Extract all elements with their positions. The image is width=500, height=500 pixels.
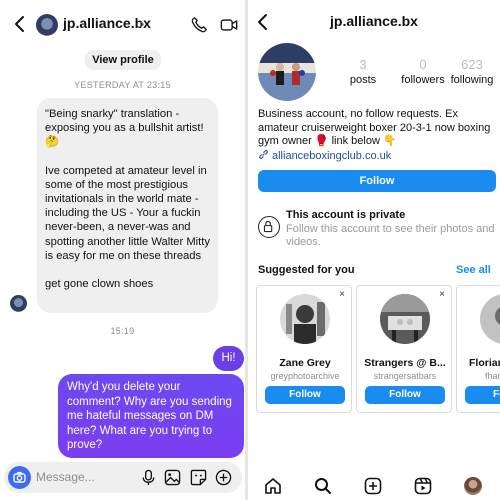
suggestion-avatar[interactable] [280,294,330,344]
suggestion-avatar[interactable] [380,294,430,344]
profile-bio: Business account, no follow requests. Ex… [258,108,491,147]
profile-link[interactable]: allianceboxingclub.co.uk [258,149,391,162]
message-paragraph: Ive competed at amateur level in some of… [45,164,210,262]
microphone-icon[interactable] [140,469,157,486]
video-camera-icon[interactable] [220,16,238,34]
lock-icon [263,220,273,233]
create-icon[interactable] [364,477,382,495]
stat-posts[interactable]: 3 posts [333,57,393,86]
camera-icon [13,471,26,483]
suggestion-avatar[interactable] [480,294,500,344]
suggestion-name: Strangers @ B... [364,357,446,369]
stat-value: 623 [461,57,483,72]
suggestion-handle: greyphotoarchive [270,371,340,381]
stat-label: posts [349,74,377,86]
private-lock [258,216,280,238]
private-title: This account is private [286,209,406,221]
suggestion-card[interactable]: × Florian I fhar Follo [456,285,500,413]
stat-label: following [450,74,494,86]
profile-panel: jp.alliance.bx 3 posts 0 followers 623 f… [248,0,500,500]
profile-avatar[interactable] [464,477,482,495]
suggestion-name: Florian I [469,357,500,369]
message-composer [4,462,242,493]
outgoing-message-bubble[interactable]: Hi! [213,346,244,371]
dm-header: jp.alliance.bx › [0,0,245,46]
outgoing-message-bubble[interactable]: Why'd you delete your comment? Why are y… [58,374,244,458]
sticker-icon[interactable] [190,469,207,486]
suggestion-handle: fhar [485,371,500,381]
dismiss-icon[interactable]: × [339,289,345,300]
suggestion-card[interactable]: × Zane Grey greyphotoarchive Follow [256,285,352,413]
private-subtitle: Follow this account to see their photos … [286,223,495,248]
message-input[interactable] [36,470,131,484]
image-icon[interactable] [164,469,181,486]
sender-avatar [10,295,27,312]
reels-icon[interactable] [414,477,432,495]
view-profile-button[interactable]: View profile [85,50,161,70]
profile-avatar[interactable] [258,43,316,101]
suggested-heading: Suggested for you [258,264,355,276]
message-paragraph: get gone clown shoes [45,278,154,291]
home-icon[interactable] [264,477,282,495]
chevron-right-icon[interactable]: › [140,15,145,31]
search-icon[interactable] [314,477,332,495]
profile-username: jp.alliance.bx [330,13,418,29]
suggestion-follow-button[interactable]: Follow [365,386,445,404]
see-all-link[interactable]: See all [456,264,491,276]
follow-button[interactable]: Follow [258,170,496,192]
link-icon [259,149,268,160]
phone-icon[interactable] [190,16,208,34]
suggestion-follow-button[interactable]: Follo [465,386,500,404]
message-paragraph: "Being snarky" translation - exposing yo… [45,108,204,149]
timestamp: 15:19 [110,326,135,336]
stat-value: 3 [359,57,367,72]
bottom-nav [248,470,500,500]
incoming-message-bubble[interactable]: "Being snarky" translation - exposing yo… [37,98,218,313]
camera-button[interactable] [8,466,31,489]
dm-thread-panel: jp.alliance.bx › View profile YESTERDAY … [0,0,245,500]
suggestion-name: Zane Grey [279,357,331,369]
suggestion-follow-button[interactable]: Follow [265,386,345,404]
stat-following[interactable]: 623 following [442,57,500,86]
back-arrow-icon[interactable] [10,14,30,34]
timestamp: YESTERDAY AT 23:15 [74,80,171,90]
suggestion-handle: strangersatbars [373,371,437,381]
dismiss-icon[interactable]: × [439,289,445,300]
link-text: allianceboxingclub.co.uk [272,150,392,162]
suggestion-card[interactable]: × Strangers @ B... strangersatbars Follo… [356,285,452,413]
contact-avatar[interactable] [36,14,58,36]
plus-icon[interactable] [215,469,232,486]
contact-name[interactable]: jp.alliance.bx [63,15,151,31]
